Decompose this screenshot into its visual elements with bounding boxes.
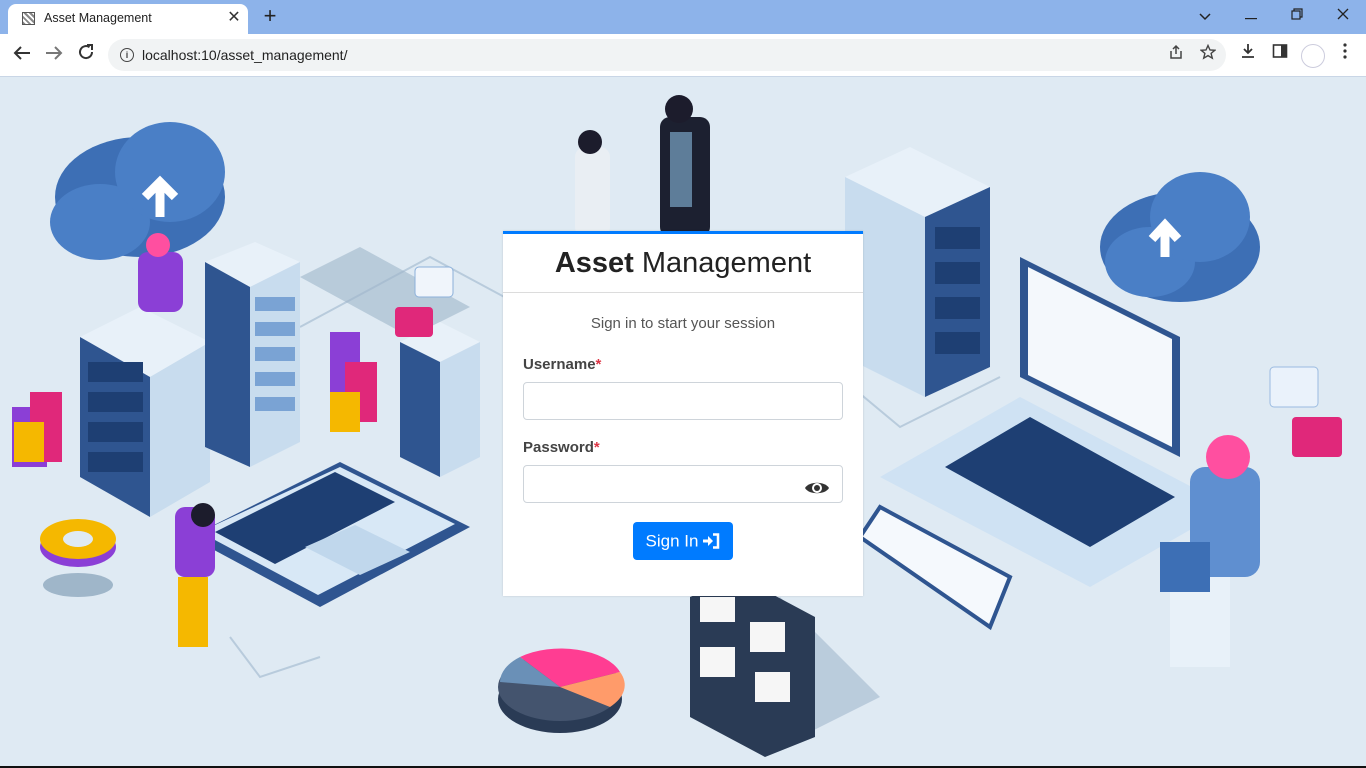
password-label: Password*: [523, 439, 600, 456]
password-label-text: Password: [523, 439, 594, 456]
pie-chart: [40, 519, 116, 597]
pie-chart: [498, 648, 625, 733]
browser-toolbar: i localhost:10/asset_management/: [0, 34, 1366, 77]
cloud-upload-icon: [1100, 172, 1260, 302]
profile-avatar[interactable]: [1301, 44, 1325, 68]
new-tab-button[interactable]: +: [258, 4, 282, 28]
server-rack: [205, 242, 300, 467]
password-input[interactable]: [523, 465, 843, 503]
tab-title: Asset Management: [44, 11, 152, 25]
dashboard-board: [690, 577, 815, 757]
card-header: Asset Management: [503, 234, 863, 293]
login-subtitle: Sign in to start your session: [590, 315, 776, 332]
cloud-upload-icon: [50, 122, 225, 260]
brand-bold: Asset: [554, 247, 634, 279]
minimize-button[interactable]: [1228, 2, 1274, 30]
server-rack: [80, 307, 210, 517]
browser-tabbar: Asset Management ✕ +: [0, 0, 1366, 34]
server-rack: [400, 322, 480, 477]
tab-search-button[interactable]: [1182, 2, 1228, 30]
sign-in-label: Sign In: [645, 531, 699, 551]
back-arrow-icon[interactable]: [7, 40, 37, 70]
site-info-icon[interactable]: i: [120, 48, 134, 62]
username-label-text: Username: [523, 356, 596, 373]
forward-arrow-icon[interactable]: [39, 40, 69, 70]
sign-in-button[interactable]: Sign In: [633, 522, 733, 560]
browser-tab[interactable]: Asset Management ✕: [8, 4, 248, 34]
server-rack: [845, 147, 990, 397]
kebab-menu-icon[interactable]: [1333, 43, 1357, 67]
download-icon[interactable]: [1236, 43, 1260, 67]
share-icon[interactable]: [1165, 44, 1187, 66]
brand-rest: Management: [633, 247, 812, 279]
favicon-icon: [22, 12, 35, 25]
eye-icon[interactable]: [804, 478, 830, 498]
star-icon[interactable]: [1197, 43, 1219, 66]
username-input[interactable]: [523, 382, 843, 420]
username-label: Username*: [523, 356, 601, 373]
url-text[interactable]: localhost:10/asset_management/: [142, 47, 347, 63]
brand-title[interactable]: Asset Management: [555, 247, 811, 280]
laptop: [190, 462, 470, 607]
restore-button[interactable]: [1274, 2, 1320, 30]
login-card: Asset Management Sign in to start your s…: [503, 231, 863, 596]
side-panel-icon[interactable]: [1268, 43, 1292, 67]
page-background: Asset Management Sign in to start your s…: [0, 77, 1366, 766]
address-bar[interactable]: i localhost:10/asset_management/: [108, 39, 1226, 71]
required-mark: *: [593, 439, 600, 456]
tab-close-icon[interactable]: ✕: [224, 8, 244, 28]
close-window-button[interactable]: [1320, 2, 1366, 30]
sign-in-icon: [703, 533, 720, 549]
reload-icon[interactable]: [71, 40, 101, 70]
required-mark: *: [595, 356, 602, 373]
